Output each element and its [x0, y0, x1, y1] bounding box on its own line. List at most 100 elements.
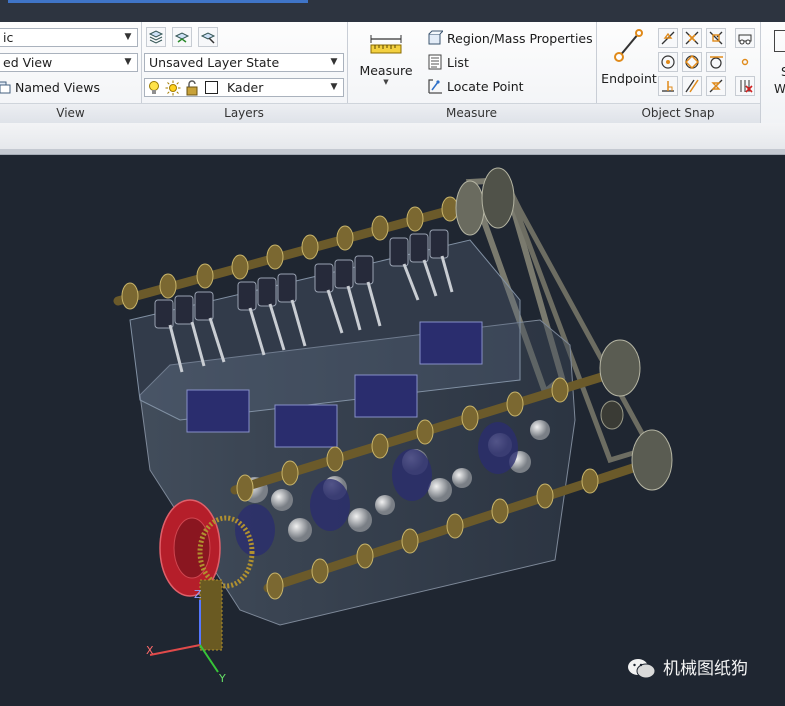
- named-view-value: ed View: [3, 55, 53, 70]
- node-snap-icon[interactable]: [735, 52, 755, 72]
- cam-lobe: [266, 244, 284, 270]
- cam-lobe: [121, 282, 139, 310]
- measure-label: Measure: [359, 63, 413, 78]
- midpoint-snap-icon[interactable]: [658, 28, 678, 48]
- cam-lobe: [506, 391, 524, 417]
- layer-state-value: Unsaved Layer State: [149, 55, 280, 70]
- cam-lobe: [356, 543, 374, 569]
- cam-lobe: [416, 419, 434, 445]
- engine-model: Z X Y: [113, 167, 673, 685]
- cam-lobe: [406, 206, 424, 232]
- unlock-icon[interactable]: [185, 80, 199, 96]
- locate-point-button[interactable]: Locate Point: [427, 77, 524, 97]
- ribbon-tab-strip: [0, 0, 785, 22]
- cam-pulley: [455, 180, 485, 236]
- chevron-down-icon[interactable]: ▼: [328, 54, 340, 71]
- list-label: List: [447, 55, 469, 70]
- endpoint-label: Endpoint: [601, 71, 657, 86]
- layers-panel-title[interactable]: Layers: [141, 103, 347, 123]
- lightbulb-icon[interactable]: [147, 80, 161, 96]
- ribbon-separator: [0, 123, 785, 155]
- visual-style-value: ic: [3, 30, 14, 45]
- cam-lobe: [326, 446, 344, 472]
- watermark-text: 机械图纸狗: [663, 659, 748, 679]
- region-mass-properties-label: Region/Mass Properties: [447, 31, 593, 46]
- cam-lobe: [536, 483, 554, 509]
- named-views-label: Named Views: [15, 80, 100, 95]
- cam-pulley: [481, 167, 515, 229]
- cam-lobe: [581, 468, 599, 494]
- layer-previous-icon[interactable]: [172, 27, 192, 47]
- endpoint-snap-icon: [614, 29, 643, 62]
- list-icon: [428, 54, 442, 70]
- list-button[interactable]: List: [427, 53, 469, 73]
- named-views-button[interactable]: Named Views: [0, 78, 100, 98]
- ucs-y-label: Y: [218, 672, 226, 685]
- valve-spring: [429, 229, 449, 259]
- perpendicular-snap-icon[interactable]: [658, 76, 678, 96]
- tangent-snap-icon[interactable]: [706, 52, 726, 72]
- measure-button[interactable]: Measure ▼: [357, 34, 415, 94]
- cam-lobe: [371, 433, 389, 459]
- cam-lobe: [461, 405, 479, 431]
- center-snap-icon[interactable]: [658, 52, 678, 72]
- cutoff-panel: S W: [761, 22, 785, 123]
- current-layer-combo[interactable]: Kader ▼: [144, 78, 344, 97]
- cam-pulley: [631, 429, 673, 491]
- view-panel-title[interactable]: View: [0, 103, 141, 123]
- nearest-snap-icon[interactable]: [706, 76, 726, 96]
- wechat-watermark: 机械图纸狗: [627, 655, 748, 683]
- cam-lobe: [551, 377, 569, 403]
- cam-lobe: [236, 474, 254, 502]
- drawing-viewport[interactable]: Z X Y: [0, 155, 785, 706]
- cam-pulley: [599, 339, 641, 397]
- measure-panel-title[interactable]: Measure: [347, 103, 596, 123]
- ribbon: ic ▼ ed View ▼ Named Views View Unsaved …: [0, 22, 785, 124]
- named-views-icon: [0, 81, 11, 94]
- valve-spring: [389, 237, 409, 267]
- chevron-down-icon[interactable]: ▼: [122, 29, 134, 46]
- locate-point-label: Locate Point: [447, 79, 524, 94]
- idler-pulley: [600, 400, 624, 430]
- endpoint-button[interactable]: Endpoint: [600, 28, 658, 94]
- valve-spring: [237, 281, 257, 311]
- chevron-down-icon[interactable]: ▼: [328, 79, 340, 96]
- ucs-x-label: X: [146, 644, 154, 657]
- piston: [354, 374, 418, 418]
- viewport-tab-bar: [0, 149, 785, 154]
- chevron-down-icon[interactable]: ▼: [357, 78, 415, 86]
- active-tab-highlight: [8, 0, 308, 3]
- current-layer-value: Kader: [226, 80, 264, 95]
- object-snap-panel-title[interactable]: Object Snap: [596, 103, 760, 123]
- locate-point-icon: [428, 79, 442, 94]
- cam-lobe: [231, 254, 249, 280]
- sun-icon[interactable]: [165, 80, 181, 96]
- cutoff-tool-icon[interactable]: [774, 30, 785, 52]
- region-mass-properties-button[interactable]: Region/Mass Properties: [427, 29, 593, 49]
- layer-state-combo[interactable]: Unsaved Layer State ▼: [144, 53, 344, 72]
- cam-lobe: [196, 263, 214, 289]
- quadrant-snap-icon[interactable]: [682, 52, 702, 72]
- intersection-snap-icon[interactable]: [682, 28, 702, 48]
- cam-lobe: [446, 513, 464, 539]
- layer-properties-icon[interactable]: [146, 27, 166, 47]
- wechat-logo-icon: [628, 659, 656, 679]
- snap-settings-icon[interactable]: [735, 76, 755, 96]
- cam-lobe: [301, 234, 319, 260]
- cam-lobe: [491, 498, 509, 524]
- cutoff-label-1: S: [781, 65, 785, 79]
- piston: [419, 321, 483, 365]
- cam-lobe: [159, 273, 177, 299]
- cutoff-label-2: W: [774, 82, 785, 96]
- cam-lobe: [401, 528, 419, 554]
- apparent-intersection-snap-icon[interactable]: [706, 28, 726, 48]
- chevron-down-icon[interactable]: ▼: [122, 54, 134, 71]
- insert-snap-icon[interactable]: [735, 28, 755, 48]
- layer-color-swatch[interactable]: [204, 81, 218, 94]
- layers-panel: Unsaved Layer State ▼ Kader ▼ Layers: [141, 22, 348, 123]
- valve-spring: [257, 277, 277, 307]
- named-view-combo[interactable]: ed View ▼: [0, 53, 138, 72]
- parallel-snap-icon[interactable]: [682, 76, 702, 96]
- visual-style-combo[interactable]: ic ▼: [0, 28, 138, 47]
- layer-match-icon[interactable]: [198, 27, 218, 47]
